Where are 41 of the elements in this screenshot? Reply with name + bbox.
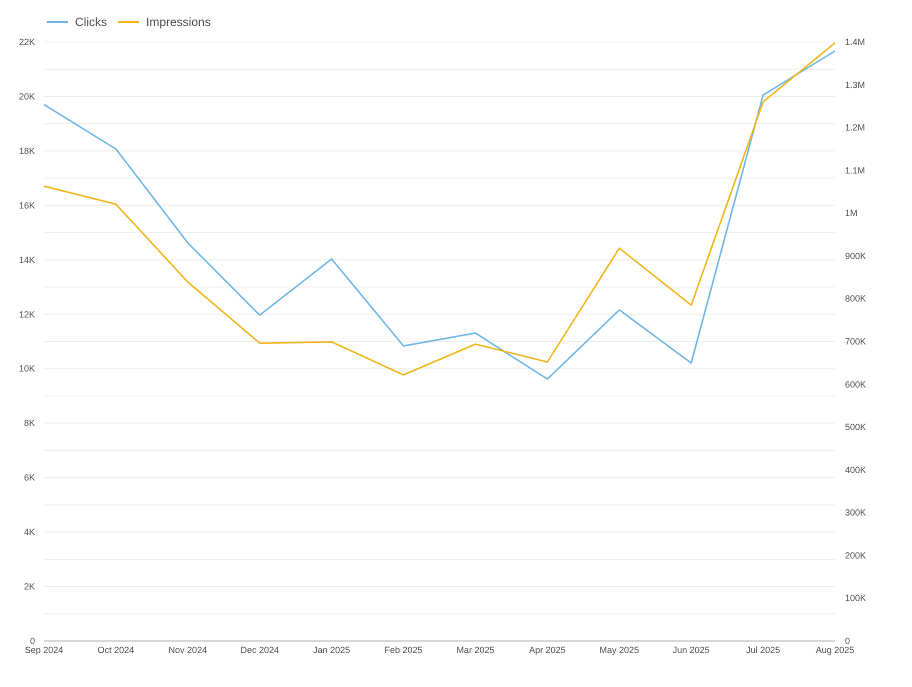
legend-label: Clicks bbox=[75, 15, 107, 29]
y-axis-label: 20K bbox=[18, 91, 35, 102]
y-axis-label: 4K bbox=[24, 527, 35, 538]
y-axis-label: 600K bbox=[845, 379, 866, 390]
y-axis-label: 400K bbox=[845, 464, 866, 475]
x-axis-label: Aug 2025 bbox=[816, 645, 854, 655]
x-axis-label: May 2025 bbox=[600, 645, 640, 655]
y-axis-label: 12K bbox=[18, 309, 35, 320]
x-axis-label: Sep 2024 bbox=[24, 645, 64, 655]
y-axis-label: 1.3M bbox=[845, 80, 866, 90]
y-axis-label: 1M bbox=[845, 208, 858, 218]
y-axis-label: 800K bbox=[845, 294, 866, 304]
x-axis-label: Feb 2025 bbox=[384, 645, 423, 655]
y-axis-label: 1.4M bbox=[845, 37, 866, 47]
legend-label: Impressions bbox=[146, 15, 211, 29]
y-axis-label: 16K bbox=[18, 200, 35, 210]
y-axis-label: 8K bbox=[24, 418, 35, 428]
y-axis-label: 2K bbox=[24, 582, 35, 592]
y-axis-label: 18K bbox=[18, 146, 35, 156]
x-axis-label: Jun 2025 bbox=[672, 645, 710, 655]
y-axis-label: 1.1M bbox=[845, 165, 866, 176]
y-axis-label: 10K bbox=[18, 364, 35, 374]
y-axis-label: 200K bbox=[845, 550, 866, 560]
y-axis-label: 0 bbox=[30, 636, 35, 646]
x-axis-label: Jan 2025 bbox=[313, 645, 350, 655]
y-axis-label: 500K bbox=[845, 422, 866, 432]
y-axis-label: 300K bbox=[845, 508, 866, 518]
y-axis-label: 0 bbox=[845, 636, 850, 646]
y-axis-label: 700K bbox=[845, 336, 866, 346]
y-axis-label: 22K bbox=[18, 37, 35, 47]
y-axis-label: 6K bbox=[24, 472, 35, 483]
y-axis-label: 1.2M bbox=[845, 122, 866, 133]
y-axis-label: 100K bbox=[845, 593, 866, 604]
x-axis-label: Jul 2025 bbox=[746, 645, 780, 655]
x-axis-label: Nov 2024 bbox=[168, 645, 208, 655]
x-axis-label: Apr 2025 bbox=[529, 645, 566, 655]
x-axis-label: Dec 2024 bbox=[240, 645, 279, 655]
x-axis-label: Mar 2025 bbox=[456, 645, 494, 655]
y-axis-label: 900K bbox=[845, 250, 866, 261]
x-axis-label: Oct 2024 bbox=[98, 645, 134, 655]
y-axis-label: 14K bbox=[18, 254, 35, 265]
